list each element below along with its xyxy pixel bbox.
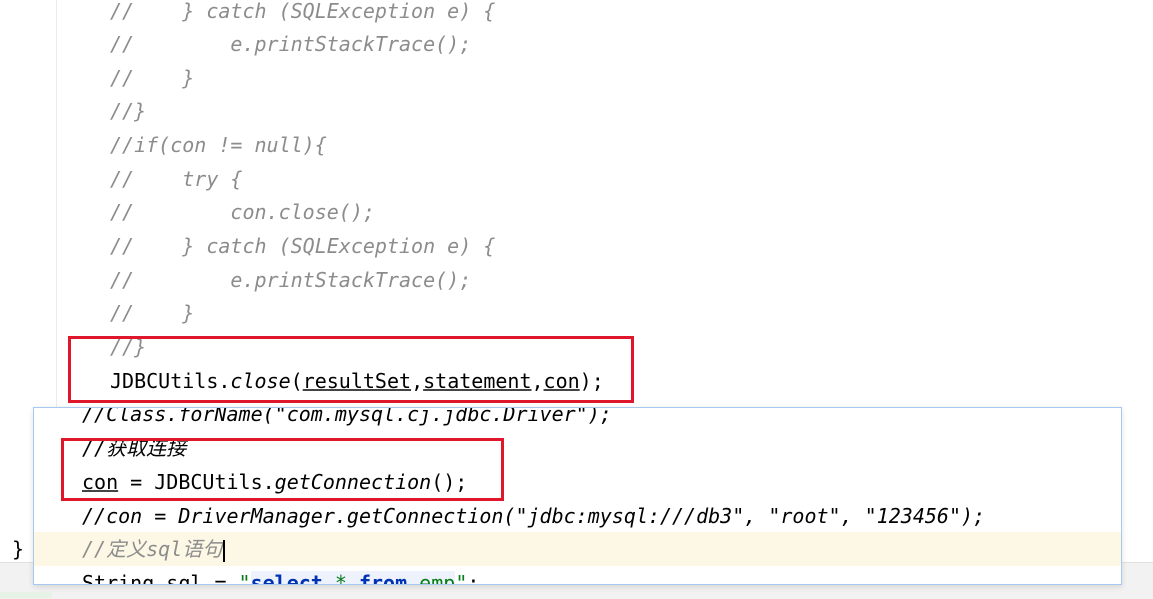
code-line[interactable]: // } [110, 61, 194, 95]
code-line[interactable]: //} [110, 94, 146, 128]
code-line[interactable]: // try { [110, 162, 242, 196]
sql-table: emp [407, 571, 456, 585]
code-line[interactable]: //if(con != null){ [110, 128, 327, 162]
popup-code-line[interactable]: //Class.forName("com.mysql.cj.jdbc.Drive… [82, 408, 612, 431]
code-line[interactable]: // con.close(); [110, 195, 375, 229]
sql-keyword-select: select [250, 571, 323, 585]
code-line[interactable]: // } [110, 296, 194, 330]
sql-comment: //定义sql语句 [82, 537, 223, 561]
status-indicator [0, 592, 52, 598]
highlight-box-close-call [68, 336, 634, 403]
statement-end: ; [467, 571, 480, 585]
quote: " [238, 571, 251, 585]
sql-star: * [322, 571, 359, 585]
quote: " [455, 571, 468, 585]
highlight-box-get-connection [61, 438, 504, 501]
popup-code-line[interactable]: //con = DriverManager.getConnection("jdb… [82, 499, 985, 533]
text-caret [223, 539, 226, 562]
sql-keyword-from: from [358, 571, 408, 585]
code-line[interactable]: // e.printStackTrace(); [110, 27, 471, 61]
sql-decl: String sql = [82, 571, 239, 585]
sql-string-line[interactable]: String sql = "select * from emp"; [82, 566, 480, 585]
code-line[interactable]: // } catch (SQLException e) { [110, 229, 495, 263]
sql-comment-line[interactable]: //定义sql语句 [82, 532, 226, 566]
class-closing-brace: } [12, 537, 25, 561]
code-line[interactable]: // e.printStackTrace(); [110, 263, 471, 297]
code-line[interactable]: // } catch (SQLException e) { [110, 0, 495, 28]
